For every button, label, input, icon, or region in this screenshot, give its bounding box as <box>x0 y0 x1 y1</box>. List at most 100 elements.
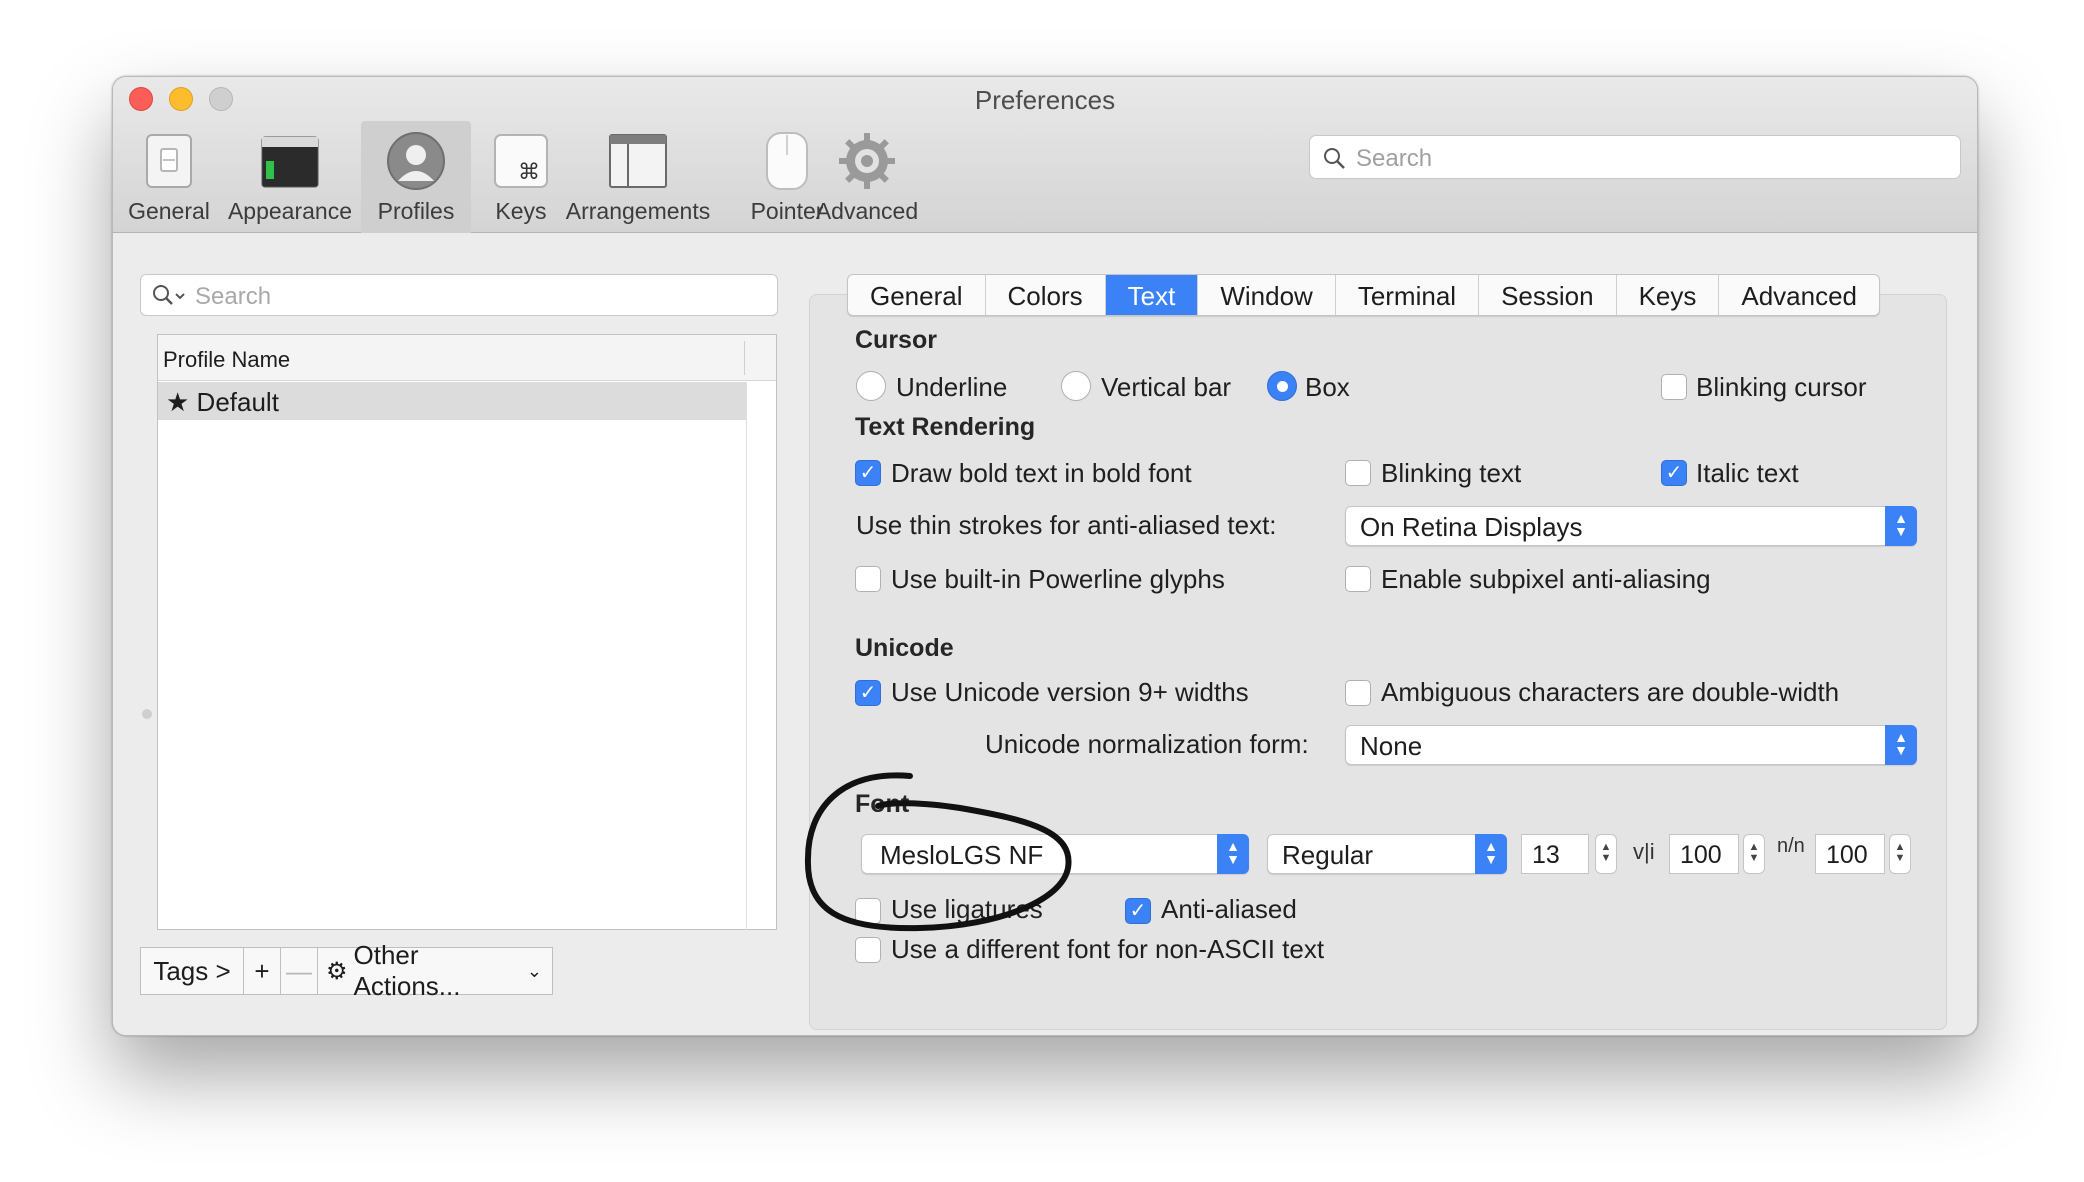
cursor-underline-label: Underline <box>896 372 1008 402</box>
cursor-heading: Cursor <box>855 326 937 354</box>
powerline-glyphs-checkbox[interactable] <box>855 566 881 592</box>
tab-session[interactable]: Session <box>1479 275 1617 315</box>
ligatures-label: Use ligatures <box>891 894 1043 924</box>
toolbar-appearance[interactable]: Appearance <box>225 121 355 233</box>
subpixel-aa-checkbox[interactable] <box>1345 566 1371 592</box>
thin-strokes-value: On Retina Displays <box>1360 512 1583 542</box>
gear-icon: ⚙ <box>326 957 348 985</box>
cursor-underline-radio[interactable] <box>856 371 886 401</box>
appearance-terminal-icon <box>260 131 320 191</box>
popup-arrows-icon: ▲ ▼ <box>1885 506 1917 546</box>
toolbar-advanced[interactable]: Advanced <box>795 121 939 233</box>
tab-keys[interactable]: Keys <box>1617 275 1720 315</box>
bold-font-label: Draw bold text in bold font <box>891 458 1192 488</box>
svg-text:⌘: ⌘ <box>518 160 540 185</box>
content-area: Search Profile Name ★ Default Tags > + —… <box>113 234 1977 1035</box>
blinking-text-label: Blinking text <box>1381 458 1522 488</box>
thin-strokes-label: Use thin strokes for anti-aliased text: <box>856 510 1277 540</box>
profile-actions-bar: Tags > + — ⚙ Other Actions... ⌄ <box>140 940 553 1001</box>
unicode-v9-checkbox[interactable]: ✓ <box>855 680 881 706</box>
search-icon <box>1324 148 1345 169</box>
remove-profile-button[interactable]: — <box>280 947 318 995</box>
normalization-value: None <box>1360 731 1423 761</box>
other-actions-button[interactable]: ⚙ Other Actions... ⌄ <box>317 940 553 1001</box>
other-actions-label: Other Actions... <box>353 940 461 1001</box>
font-size-field[interactable]: 13 <box>1521 834 1589 874</box>
blinking-cursor-checkbox[interactable] <box>1661 374 1687 400</box>
tab-colors[interactable]: Colors <box>986 275 1106 315</box>
ambiguous-width-checkbox[interactable] <box>1345 680 1371 706</box>
tab-window[interactable]: Window <box>1198 275 1336 315</box>
horizontal-spacing-icon: v|i <box>1633 839 1655 864</box>
keys-command-icon: ⌘ <box>491 131 551 191</box>
tags-button[interactable]: Tags > <box>140 947 244 995</box>
toolbar-arrangements[interactable]: Arrangements <box>543 121 733 233</box>
general-switch-icon <box>139 131 199 191</box>
tab-terminal[interactable]: Terminal <box>1336 275 1480 315</box>
cursor-box-radio[interactable] <box>1267 371 1297 401</box>
arrangements-window-icon <box>608 131 668 191</box>
normalization-popup[interactable]: None ▲ ▼ <box>1345 725 1917 765</box>
italic-text-checkbox[interactable]: ✓ <box>1661 460 1687 486</box>
default-star-icon: ★ <box>166 387 190 417</box>
popup-arrows-icon: ▲ ▼ <box>1475 834 1507 874</box>
profile-name-header-label: Profile Name <box>163 347 291 372</box>
profiles-person-icon <box>386 131 446 191</box>
non-ascii-font-checkbox[interactable] <box>855 937 881 963</box>
window-title: Preferences <box>974 85 1116 115</box>
vertical-spacing-field[interactable]: 100 <box>1815 834 1885 874</box>
cursor-vertical-bar-label: Vertical bar <box>1101 372 1232 402</box>
font-family-popup[interactable]: MesloLGS NF ▲ ▼ <box>861 834 1249 874</box>
anti-aliased-checkbox[interactable]: ✓ <box>1125 898 1151 924</box>
font-style-popup[interactable]: Regular ▲ ▼ <box>1267 834 1507 874</box>
horizontal-spacing-stepper[interactable]: ▲ ▼ <box>1743 834 1765 874</box>
tab-advanced[interactable]: Advanced <box>1719 275 1879 315</box>
anti-aliased-label: Anti-aliased <box>1161 894 1297 924</box>
profile-tabs: General Colors Text Window Terminal Sess… <box>847 274 1881 316</box>
unicode-v9-label: Use Unicode version 9+ widths <box>891 677 1249 707</box>
cursor-box-label: Box <box>1305 372 1350 402</box>
profile-search-field[interactable]: Search <box>140 274 778 316</box>
text-rendering-heading: Text Rendering <box>855 413 1036 441</box>
toolbar-general[interactable]: General <box>113 121 225 233</box>
advanced-gear-icon <box>837 131 897 191</box>
italic-text-label: Italic text <box>1696 458 1799 488</box>
unicode-heading: Unicode <box>855 634 954 662</box>
non-ascii-font-label: Use a different font for non-ASCII text <box>891 934 1325 964</box>
normalization-label: Unicode normalization form: <box>985 729 1309 759</box>
powerline-glyphs-label: Use built-in Powerline glyphs <box>891 564 1225 594</box>
font-family-value: MesloLGS NF <box>880 840 1044 870</box>
ambiguous-width-label: Ambiguous characters are double-width <box>1381 677 1840 707</box>
blinking-text-checkbox[interactable] <box>1345 460 1371 486</box>
preferences-search-placeholder: Search <box>1356 145 1433 172</box>
font-heading: Font <box>855 790 910 818</box>
vertical-spacing-icon: n/n <box>1777 835 1805 857</box>
vertical-spacing-stepper[interactable]: ▲ ▼ <box>1889 834 1911 874</box>
preferences-window: Preferences General Appearance Profiles … <box>112 76 1978 1036</box>
split-view-handle[interactable] <box>142 709 152 719</box>
toolbar-profiles[interactable]: Profiles <box>361 121 471 233</box>
profile-list-scroll-gutter <box>746 382 776 930</box>
profile-row-name: Default <box>196 387 279 417</box>
add-profile-button[interactable]: + <box>243 947 281 995</box>
search-menu-icon <box>153 285 185 305</box>
tab-general[interactable]: General <box>848 275 986 315</box>
blinking-cursor-label: Blinking cursor <box>1696 372 1867 402</box>
column-divider <box>744 341 745 375</box>
toolbar-advanced-label: Advanced <box>815 198 919 224</box>
cursor-vertical-bar-radio[interactable] <box>1061 371 1091 401</box>
table-row[interactable]: ★ Default <box>158 382 746 420</box>
font-size-stepper[interactable]: ▲ ▼ <box>1595 834 1617 874</box>
popup-arrows-icon: ▲ ▼ <box>1885 725 1917 765</box>
font-style-value: Regular <box>1282 840 1374 870</box>
subpixel-aa-label: Enable subpixel anti-aliasing <box>1381 564 1711 594</box>
ligatures-checkbox[interactable] <box>855 898 881 924</box>
popup-arrows-icon: ▲ ▼ <box>1217 834 1249 874</box>
profile-name-column-header[interactable]: Profile Name <box>158 335 776 381</box>
horizontal-spacing-field[interactable]: 100 <box>1669 834 1739 874</box>
thin-strokes-popup[interactable]: On Retina Displays ▲ ▼ <box>1345 506 1917 546</box>
tab-text[interactable]: Text <box>1105 275 1199 315</box>
profile-search-placeholder: Search <box>195 283 272 310</box>
preferences-search-field[interactable]: Search <box>1309 135 1961 179</box>
bold-font-checkbox[interactable]: ✓ <box>855 460 881 486</box>
